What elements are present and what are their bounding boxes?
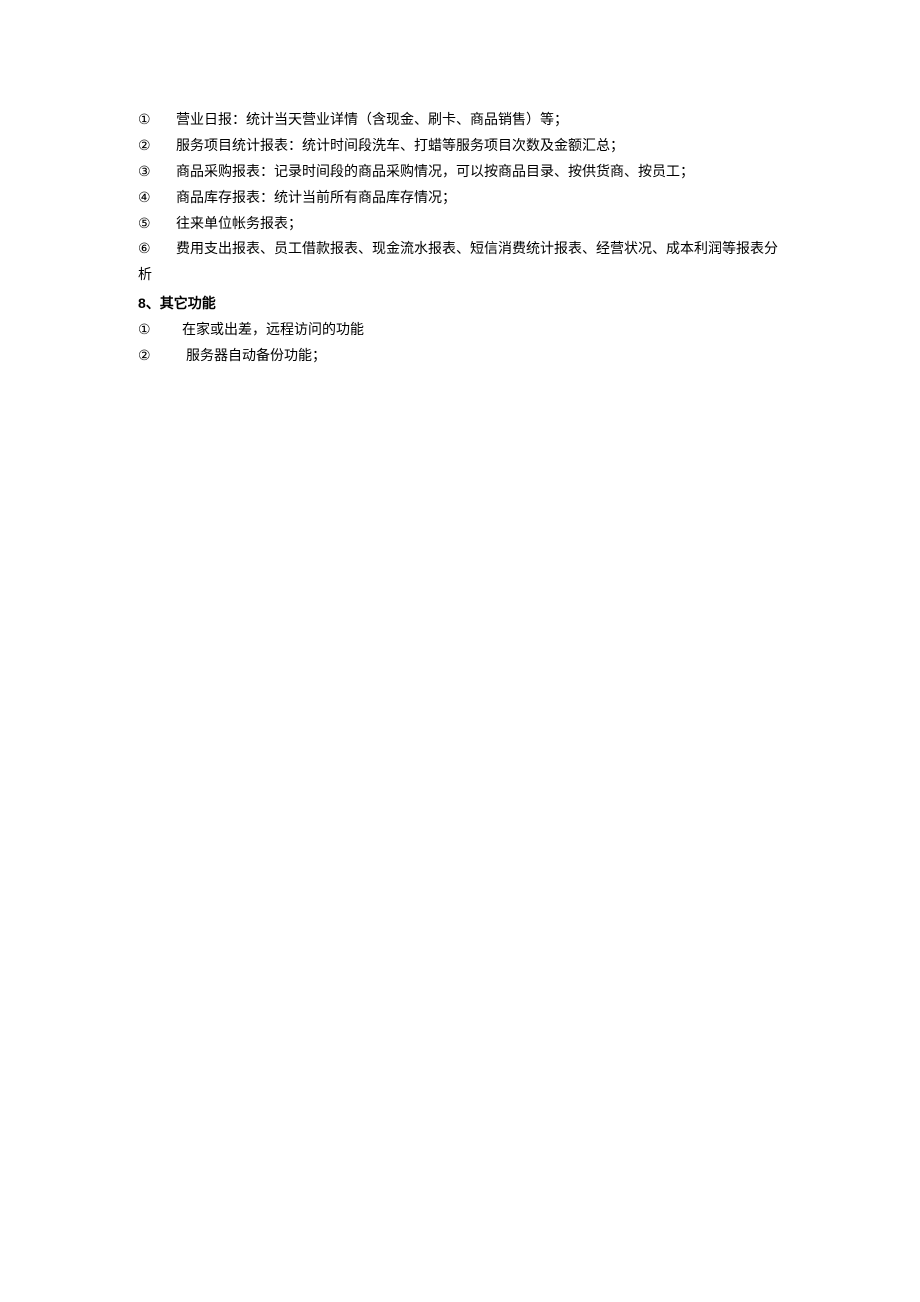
circled-number-marker: ④ — [138, 186, 176, 212]
heading-number: 8 — [138, 295, 146, 311]
circled-number-marker: ⑥ — [138, 237, 176, 263]
heading-title: 其它功能 — [160, 297, 216, 312]
list-item-text: 费用支出报表、员工借款报表、现金流水报表、短信消费统计报表、经营状况、成本利润等… — [176, 237, 800, 263]
list-item-text: 服务项目统计报表：统计时间段洗车、打蜡等服务项目次数及金额汇总； — [176, 134, 800, 160]
circled-number-marker: ① — [138, 318, 176, 344]
list-item: ① 营业日报：统计当天营业详情（含现金、刷卡、商品销售）等； — [138, 108, 800, 134]
circled-number-marker: ② — [138, 134, 176, 160]
list-item: ⑤ 往来单位帐务报表； — [138, 212, 800, 238]
document-content: ① 营业日报：统计当天营业详情（含现金、刷卡、商品销售）等； ② 服务项目统计报… — [138, 108, 800, 370]
list-item-continuation: 析 — [138, 263, 800, 289]
circled-number-marker: ⑤ — [138, 212, 176, 238]
list-item: ⑥ 费用支出报表、员工借款报表、现金流水报表、短信消费统计报表、经营状况、成本利… — [138, 237, 800, 263]
list-item: ② 服务项目统计报表：统计时间段洗车、打蜡等服务项目次数及金额汇总； — [138, 134, 800, 160]
circled-number-marker: ③ — [138, 160, 176, 186]
circled-number-marker: ② — [138, 344, 176, 370]
heading-separator: 、 — [146, 297, 160, 312]
list-item: ③ 商品采购报表：记录时间段的商品采购情况，可以按商品目录、按供货商、按员工； — [138, 160, 800, 186]
list-item: ② 服务器自动备份功能； — [138, 344, 800, 370]
list-item: ① 在家或出差，远程访问的功能 — [138, 318, 800, 344]
circled-number-marker: ① — [138, 108, 176, 134]
section-heading: 8、其它功能 — [138, 291, 800, 318]
list-item-text: 在家或出差，远程访问的功能 — [176, 318, 800, 344]
list-item-text: 商品采购报表：记录时间段的商品采购情况，可以按商品目录、按供货商、按员工； — [176, 160, 800, 186]
list-item-text: 商品库存报表：统计当前所有商品库存情况； — [176, 186, 800, 212]
list-item-text: 服务器自动备份功能； — [176, 344, 800, 370]
list-item-text: 往来单位帐务报表； — [176, 212, 800, 238]
list-item: ④ 商品库存报表：统计当前所有商品库存情况； — [138, 186, 800, 212]
list-item-text: 营业日报：统计当天营业详情（含现金、刷卡、商品销售）等； — [176, 108, 800, 134]
